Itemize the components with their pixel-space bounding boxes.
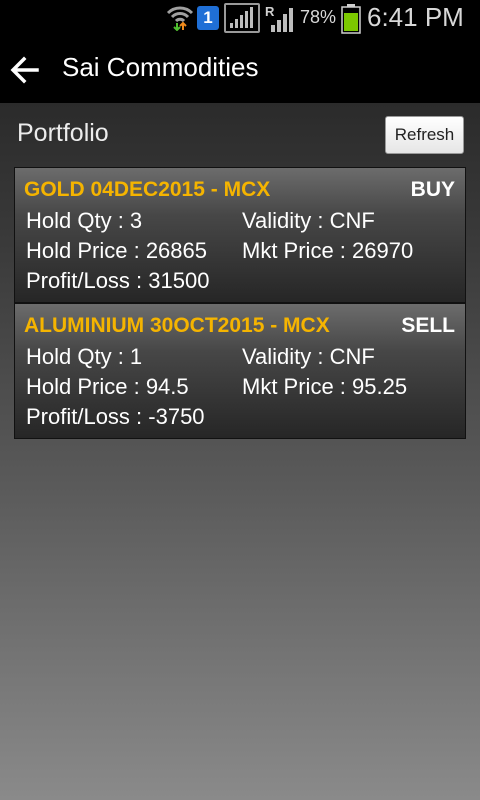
hold-price: Hold Price : 26865 bbox=[26, 238, 207, 263]
wifi-icon bbox=[166, 6, 194, 31]
status-bar: 1 R 78% 6:41 PM bbox=[0, 0, 480, 38]
portfolio-content: Portfolio Refresh GOLD 04DEC2015 - MCX B… bbox=[0, 103, 480, 800]
position-card[interactable]: GOLD 04DEC2015 - MCX BUY Hold Qty : 3 Va… bbox=[14, 167, 466, 303]
roaming-signal-icon: R bbox=[265, 4, 293, 32]
screen: 1 R 78% 6:41 PM Sai Commodities Portfoli… bbox=[0, 0, 480, 800]
market-price: Mkt Price : 26970 bbox=[242, 238, 414, 263]
hold-price: Hold Price : 94.5 bbox=[26, 374, 189, 399]
action-bar: Sai Commodities bbox=[0, 38, 480, 103]
battery-level: 78% bbox=[300, 7, 337, 27]
signal-icon bbox=[224, 3, 260, 33]
app-title: Sai Commodities bbox=[62, 52, 259, 82]
page-title: Portfolio bbox=[17, 119, 109, 147]
position-symbol: ALUMINIUM 30OCT2015 - MCX bbox=[24, 314, 330, 337]
hold-qty: Hold Qty : 1 bbox=[26, 344, 143, 369]
notification-icon: 1 bbox=[197, 6, 219, 30]
profit-loss: Profit/Loss : 31500 bbox=[26, 268, 210, 293]
arrow-left-icon bbox=[10, 56, 39, 84]
position-card[interactable]: ALUMINIUM 30OCT2015 - MCX SELL Hold Qty … bbox=[14, 303, 466, 439]
back-button[interactable] bbox=[6, 50, 46, 90]
refresh-button[interactable]: Refresh bbox=[385, 116, 464, 154]
market-price: Mkt Price : 95.25 bbox=[242, 374, 408, 399]
validity: Validity : CNF bbox=[242, 208, 375, 233]
position-symbol: GOLD 04DEC2015 - MCX bbox=[24, 178, 271, 201]
position-side: SELL bbox=[401, 314, 455, 337]
svg-text:R: R bbox=[265, 4, 275, 19]
battery-icon bbox=[341, 4, 361, 34]
profit-loss: Profit/Loss : -3750 bbox=[26, 404, 205, 429]
hold-qty: Hold Qty : 3 bbox=[26, 208, 143, 233]
position-side: BUY bbox=[410, 178, 455, 201]
validity: Validity : CNF bbox=[242, 344, 375, 369]
status-clock: 6:41 PM bbox=[367, 2, 464, 32]
